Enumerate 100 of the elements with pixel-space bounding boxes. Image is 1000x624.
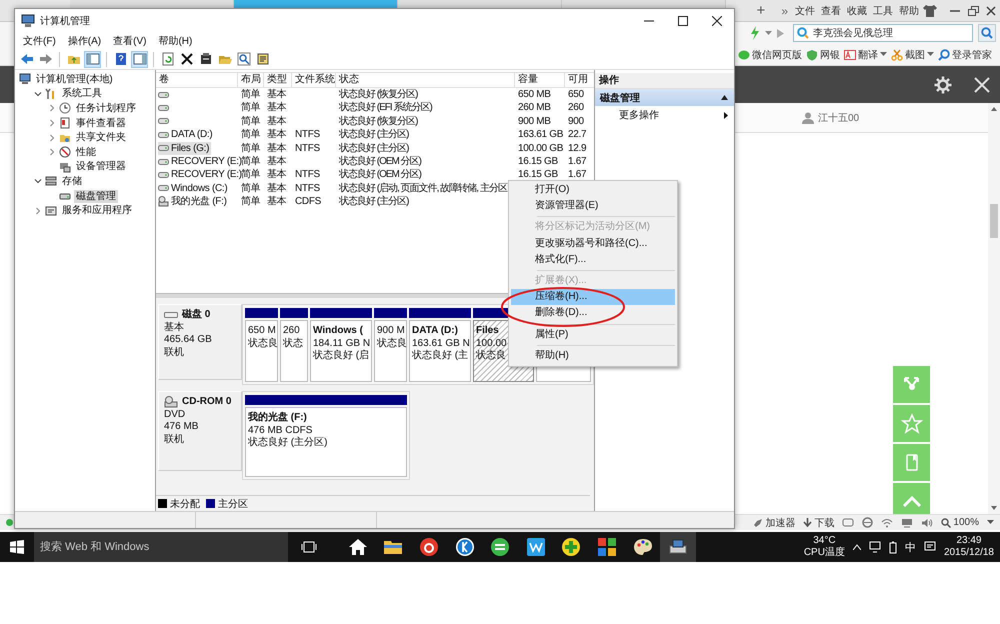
search-field[interactable]: 李克强会见俄总理	[793, 24, 973, 42]
disk-size: 465.64 GB	[164, 334, 213, 346]
table-cell-text: 状态良好 (启动, 页面文件, 故障转储, 主分区	[338, 182, 508, 196]
table-cell-text: 简单	[240, 88, 262, 102]
bookmark-item[interactable]: 微信网页版	[736, 48, 804, 62]
menu-item[interactable]: 资源管理器(E)	[511, 198, 675, 214]
table-cell-text: 状态良好 (EFI 系统分区)	[338, 101, 434, 115]
table-cell-text: 163.61 GB	[517, 128, 564, 142]
tree-item[interactable]: 任务计划程序	[74, 102, 138, 115]
table-cell-text: 260	[567, 101, 585, 115]
partition-size: 650 M	[248, 325, 276, 338]
tree-item[interactable]: 共享文件夹	[74, 131, 128, 144]
partition-box[interactable]: 900 M 状态良	[374, 320, 407, 382]
legend-label: 主分区	[218, 498, 248, 510]
menu-item[interactable]: 工具	[870, 4, 896, 18]
column-header[interactable]: 状态	[336, 73, 515, 87]
menu-item[interactable]: 查看(V)	[107, 34, 152, 48]
disk-status: 联机	[164, 434, 185, 446]
tree-item[interactable]: 设备管理器	[74, 160, 128, 174]
menu-item[interactable]: 打开(O)	[511, 182, 675, 198]
menu-item[interactable]: 查看	[818, 4, 844, 18]
menu-item[interactable]: 收藏	[844, 4, 870, 18]
table-cell-text: 简单	[240, 101, 262, 115]
partition-box[interactable]: Windows ( 184.11 GB N 状态良好 (启	[310, 320, 372, 382]
disk-status: 联机	[164, 346, 185, 359]
table-cell-text: NTFS	[294, 142, 321, 155]
menu-item[interactable]: 格式化(F)...	[511, 252, 675, 268]
table-cell-text: 基本	[266, 195, 288, 209]
bookmark-item[interactable]: 翻译	[842, 48, 889, 62]
input-method-button[interactable]: 中	[904, 540, 916, 554]
menu-item[interactable]: 文件	[792, 4, 818, 18]
bookmark-item[interactable]: 登录管家	[936, 48, 994, 62]
table-cell: 我的光盘 (F:)	[171, 195, 227, 209]
table-cell: Windows (C:)	[171, 182, 228, 196]
partition-status: 状态良	[377, 338, 405, 350]
table-cell-text: 100.00 GB	[517, 142, 564, 155]
table-cell-text: 基本	[266, 88, 288, 102]
menu-item[interactable]: 文件(F)	[17, 34, 62, 48]
table-cell-text: 900	[567, 114, 585, 128]
more-button[interactable]: »	[773, 4, 792, 18]
table-cell-text: 1.67	[567, 154, 588, 168]
table-cell-text: 基本	[266, 154, 288, 168]
column-header[interactable]: 文件系统	[292, 73, 336, 87]
partition-size: 260	[283, 325, 301, 338]
table-cell-text: 650 MB	[517, 88, 552, 102]
clock-time[interactable]: 23:49	[956, 535, 982, 547]
partition-box[interactable]: 260 状态	[280, 320, 308, 382]
partition-size: 163.61 GB N	[412, 338, 469, 350]
partition-status: 状态	[283, 338, 304, 350]
new-tab-button[interactable]: +	[748, 2, 774, 20]
partition-name: 我的光盘 (F:)	[248, 412, 308, 424]
menu-item[interactable]: 帮助(H)	[152, 34, 198, 48]
partition-box[interactable]: DATA (D:) 163.61 GB N 状态良好 (主	[409, 320, 471, 382]
partition-name: DATA (D:)	[412, 325, 459, 338]
table-cell-text: 650	[567, 88, 585, 102]
tree-item[interactable]: 系统工具	[60, 87, 104, 100]
legend-label: 未分配	[170, 498, 200, 510]
column-header[interactable]: 类型	[264, 73, 292, 87]
table-cell-text: NTFS	[294, 128, 321, 142]
table-cell-text: 1.67	[567, 168, 588, 182]
table-cell: DATA (D:)	[171, 128, 212, 142]
menu-item[interactable]: 删除卷(D)...	[511, 305, 675, 322]
table-cell-text: 基本	[266, 168, 288, 182]
menu-item[interactable]: 操作(A)	[62, 34, 108, 48]
disk-name: 磁盘 0	[182, 309, 210, 322]
table-cell-text: 基本	[266, 114, 288, 128]
action-item[interactable]: 更多操作	[595, 106, 734, 124]
bookmark-item[interactable]: 截图	[889, 48, 936, 62]
partition-size: 100.00	[476, 338, 508, 350]
tree-item[interactable]: 磁盘管理	[74, 190, 118, 203]
actions-section[interactable]: 磁盘管理	[595, 89, 734, 106]
zoom-button[interactable]: 100%	[941, 517, 979, 528]
download-button[interactable]: 下载	[803, 516, 834, 530]
column-header[interactable]: 布局	[238, 73, 264, 87]
user-name[interactable]: 江十五00	[818, 110, 860, 124]
column-header[interactable]: 容量	[515, 73, 565, 87]
table-cell-text: 简单	[240, 128, 262, 142]
accelerator-button[interactable]: 加速器	[753, 516, 796, 530]
disk-name: CD-ROM 0	[182, 396, 232, 408]
tree-item[interactable]: 计算机管理(本地)	[34, 72, 115, 86]
table-cell-text: 状态良好 (恢复分区)	[338, 88, 419, 102]
table-cell-text: 16.15 GB	[517, 168, 559, 182]
search-field[interactable]: 搜索 Web 和 Windows	[34, 532, 288, 562]
tree-item[interactable]: 事件查看器	[74, 116, 128, 130]
table-cell-text: 12.9	[567, 142, 588, 155]
actions-header: 操作	[595, 73, 734, 89]
tree-item[interactable]: 服务和应用程序	[60, 204, 134, 218]
menu-item[interactable]: 帮助	[896, 4, 922, 18]
partition-box[interactable]: 我的光盘 (F:) 476 MB CDFS 状态良好 (主分区)	[245, 407, 407, 477]
column-header[interactable]: 卷	[156, 73, 238, 87]
table-cell-text: 900 MB	[517, 114, 552, 128]
clock-date[interactable]: 2015/12/18	[944, 547, 994, 559]
tree-item[interactable]: 性能	[74, 146, 98, 159]
tree-item[interactable]: 存储	[60, 174, 84, 188]
menu-item[interactable]: 更改驱动器号和路径(C)...	[511, 236, 675, 252]
bookmark-item[interactable]: 网银	[804, 48, 842, 62]
partition-name: Windows (	[313, 325, 364, 338]
partition-box[interactable]: 650 M 状态良	[245, 320, 278, 382]
menu-item[interactable]: 压缩卷(H)...	[511, 289, 675, 306]
disk-size: 476 MB	[164, 421, 200, 434]
